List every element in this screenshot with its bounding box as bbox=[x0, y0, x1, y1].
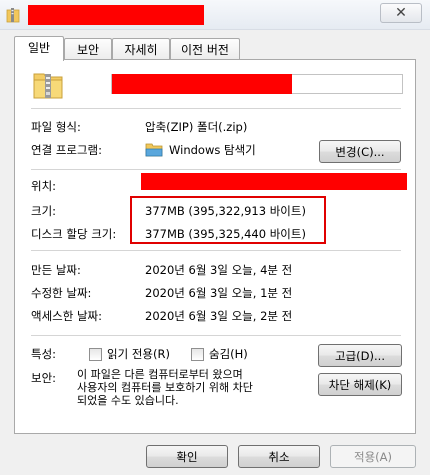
type-value: 압축(ZIP) 폴더(.zip) bbox=[145, 120, 248, 134]
type-label: 파일 형식: bbox=[31, 120, 81, 134]
location-value-redacted bbox=[141, 173, 407, 190]
title-bar: ✕ bbox=[0, 0, 430, 30]
size-label: 크기: bbox=[31, 204, 57, 218]
modified-value: 2020년 6월 3일 오늘, 1분 전 bbox=[145, 286, 293, 300]
security-text-line: 이 파일은 다른 컴퓨터로부터 왔으며 bbox=[77, 368, 243, 381]
close-icon: ✕ bbox=[395, 5, 407, 21]
modified-label: 수정한 날짜: bbox=[31, 286, 92, 300]
advanced-button-label: 고급(D)... bbox=[335, 348, 385, 363]
size-highlight-box bbox=[130, 196, 326, 244]
tab-label: 자세히 bbox=[124, 43, 158, 57]
cancel-button-label: 취소 bbox=[268, 449, 290, 464]
opens-with-label: 연결 프로그램: bbox=[31, 143, 103, 157]
opens-with-value: Windows 탐색기 bbox=[169, 143, 256, 157]
ok-button[interactable]: 확인 bbox=[146, 445, 228, 468]
tab-label: 이전 버전 bbox=[181, 43, 229, 57]
readonly-checkbox[interactable] bbox=[89, 348, 102, 361]
file-name-redacted bbox=[112, 74, 292, 94]
zip-folder-icon bbox=[6, 8, 20, 23]
close-button[interactable]: ✕ bbox=[380, 3, 422, 23]
general-tab-panel: 파일 형식: 압축(ZIP) 폴더(.zip) 연결 프로그램: Windows… bbox=[14, 59, 416, 434]
unblock-button-label: 차단 해제(K) bbox=[328, 377, 392, 392]
security-text-line: 되었을 수도 있습니다. bbox=[77, 394, 179, 407]
zip-folder-icon bbox=[33, 73, 63, 99]
accessed-label: 액세스한 날짜: bbox=[31, 309, 103, 323]
created-label: 만든 날짜: bbox=[31, 263, 81, 277]
accessed-value: 2020년 6월 3일 오늘, 2분 전 bbox=[145, 309, 293, 323]
location-label: 위치: bbox=[31, 179, 57, 193]
window-title-redacted bbox=[28, 5, 204, 25]
tab-security[interactable]: 보안 bbox=[64, 38, 112, 60]
tab-label: 일반 bbox=[27, 41, 51, 55]
separator bbox=[31, 169, 401, 170]
tab-label: 보안 bbox=[76, 43, 100, 57]
separator bbox=[31, 250, 401, 251]
created-value: 2020년 6월 3일 오늘, 4분 전 bbox=[145, 263, 293, 277]
advanced-button[interactable]: 고급(D)... bbox=[318, 344, 402, 367]
separator bbox=[31, 108, 401, 109]
file-name-input[interactable] bbox=[111, 74, 403, 94]
properties-window: ✕ 일반 보안 자세히 이전 버전 파일 형식: 압축(ZIP) 폴더(.zip… bbox=[0, 0, 430, 475]
tab-previous-versions[interactable]: 이전 버전 bbox=[170, 38, 240, 60]
change-button[interactable]: 변경(C)... bbox=[319, 140, 401, 163]
separator bbox=[31, 335, 401, 336]
unblock-button[interactable]: 차단 해제(K) bbox=[318, 373, 402, 396]
apply-button-label: 적용(A) bbox=[354, 449, 392, 464]
security-label: 보안: bbox=[31, 371, 57, 385]
explorer-folder-icon bbox=[145, 143, 163, 157]
tab-general[interactable]: 일반 bbox=[14, 36, 64, 61]
apply-button[interactable]: 적용(A) bbox=[330, 445, 416, 468]
security-message: 이 파일은 다른 컴퓨터로부터 왔으며 사용자의 컴퓨터를 보호하기 위해 차단… bbox=[77, 368, 253, 407]
security-text-line: 사용자의 컴퓨터를 보호하기 위해 차단 bbox=[77, 381, 253, 394]
cancel-button[interactable]: 취소 bbox=[238, 445, 320, 468]
readonly-label[interactable]: 읽기 전용(R) bbox=[107, 346, 170, 362]
attributes-label: 특성: bbox=[31, 347, 57, 361]
size-on-disk-label: 디스크 할당 크기: bbox=[31, 227, 117, 241]
tab-details[interactable]: 자세히 bbox=[112, 38, 170, 60]
ok-button-label: 확인 bbox=[176, 449, 198, 464]
change-button-label: 변경(C)... bbox=[335, 144, 385, 159]
hidden-checkbox[interactable] bbox=[191, 348, 204, 361]
hidden-label[interactable]: 숨김(H) bbox=[209, 346, 248, 362]
